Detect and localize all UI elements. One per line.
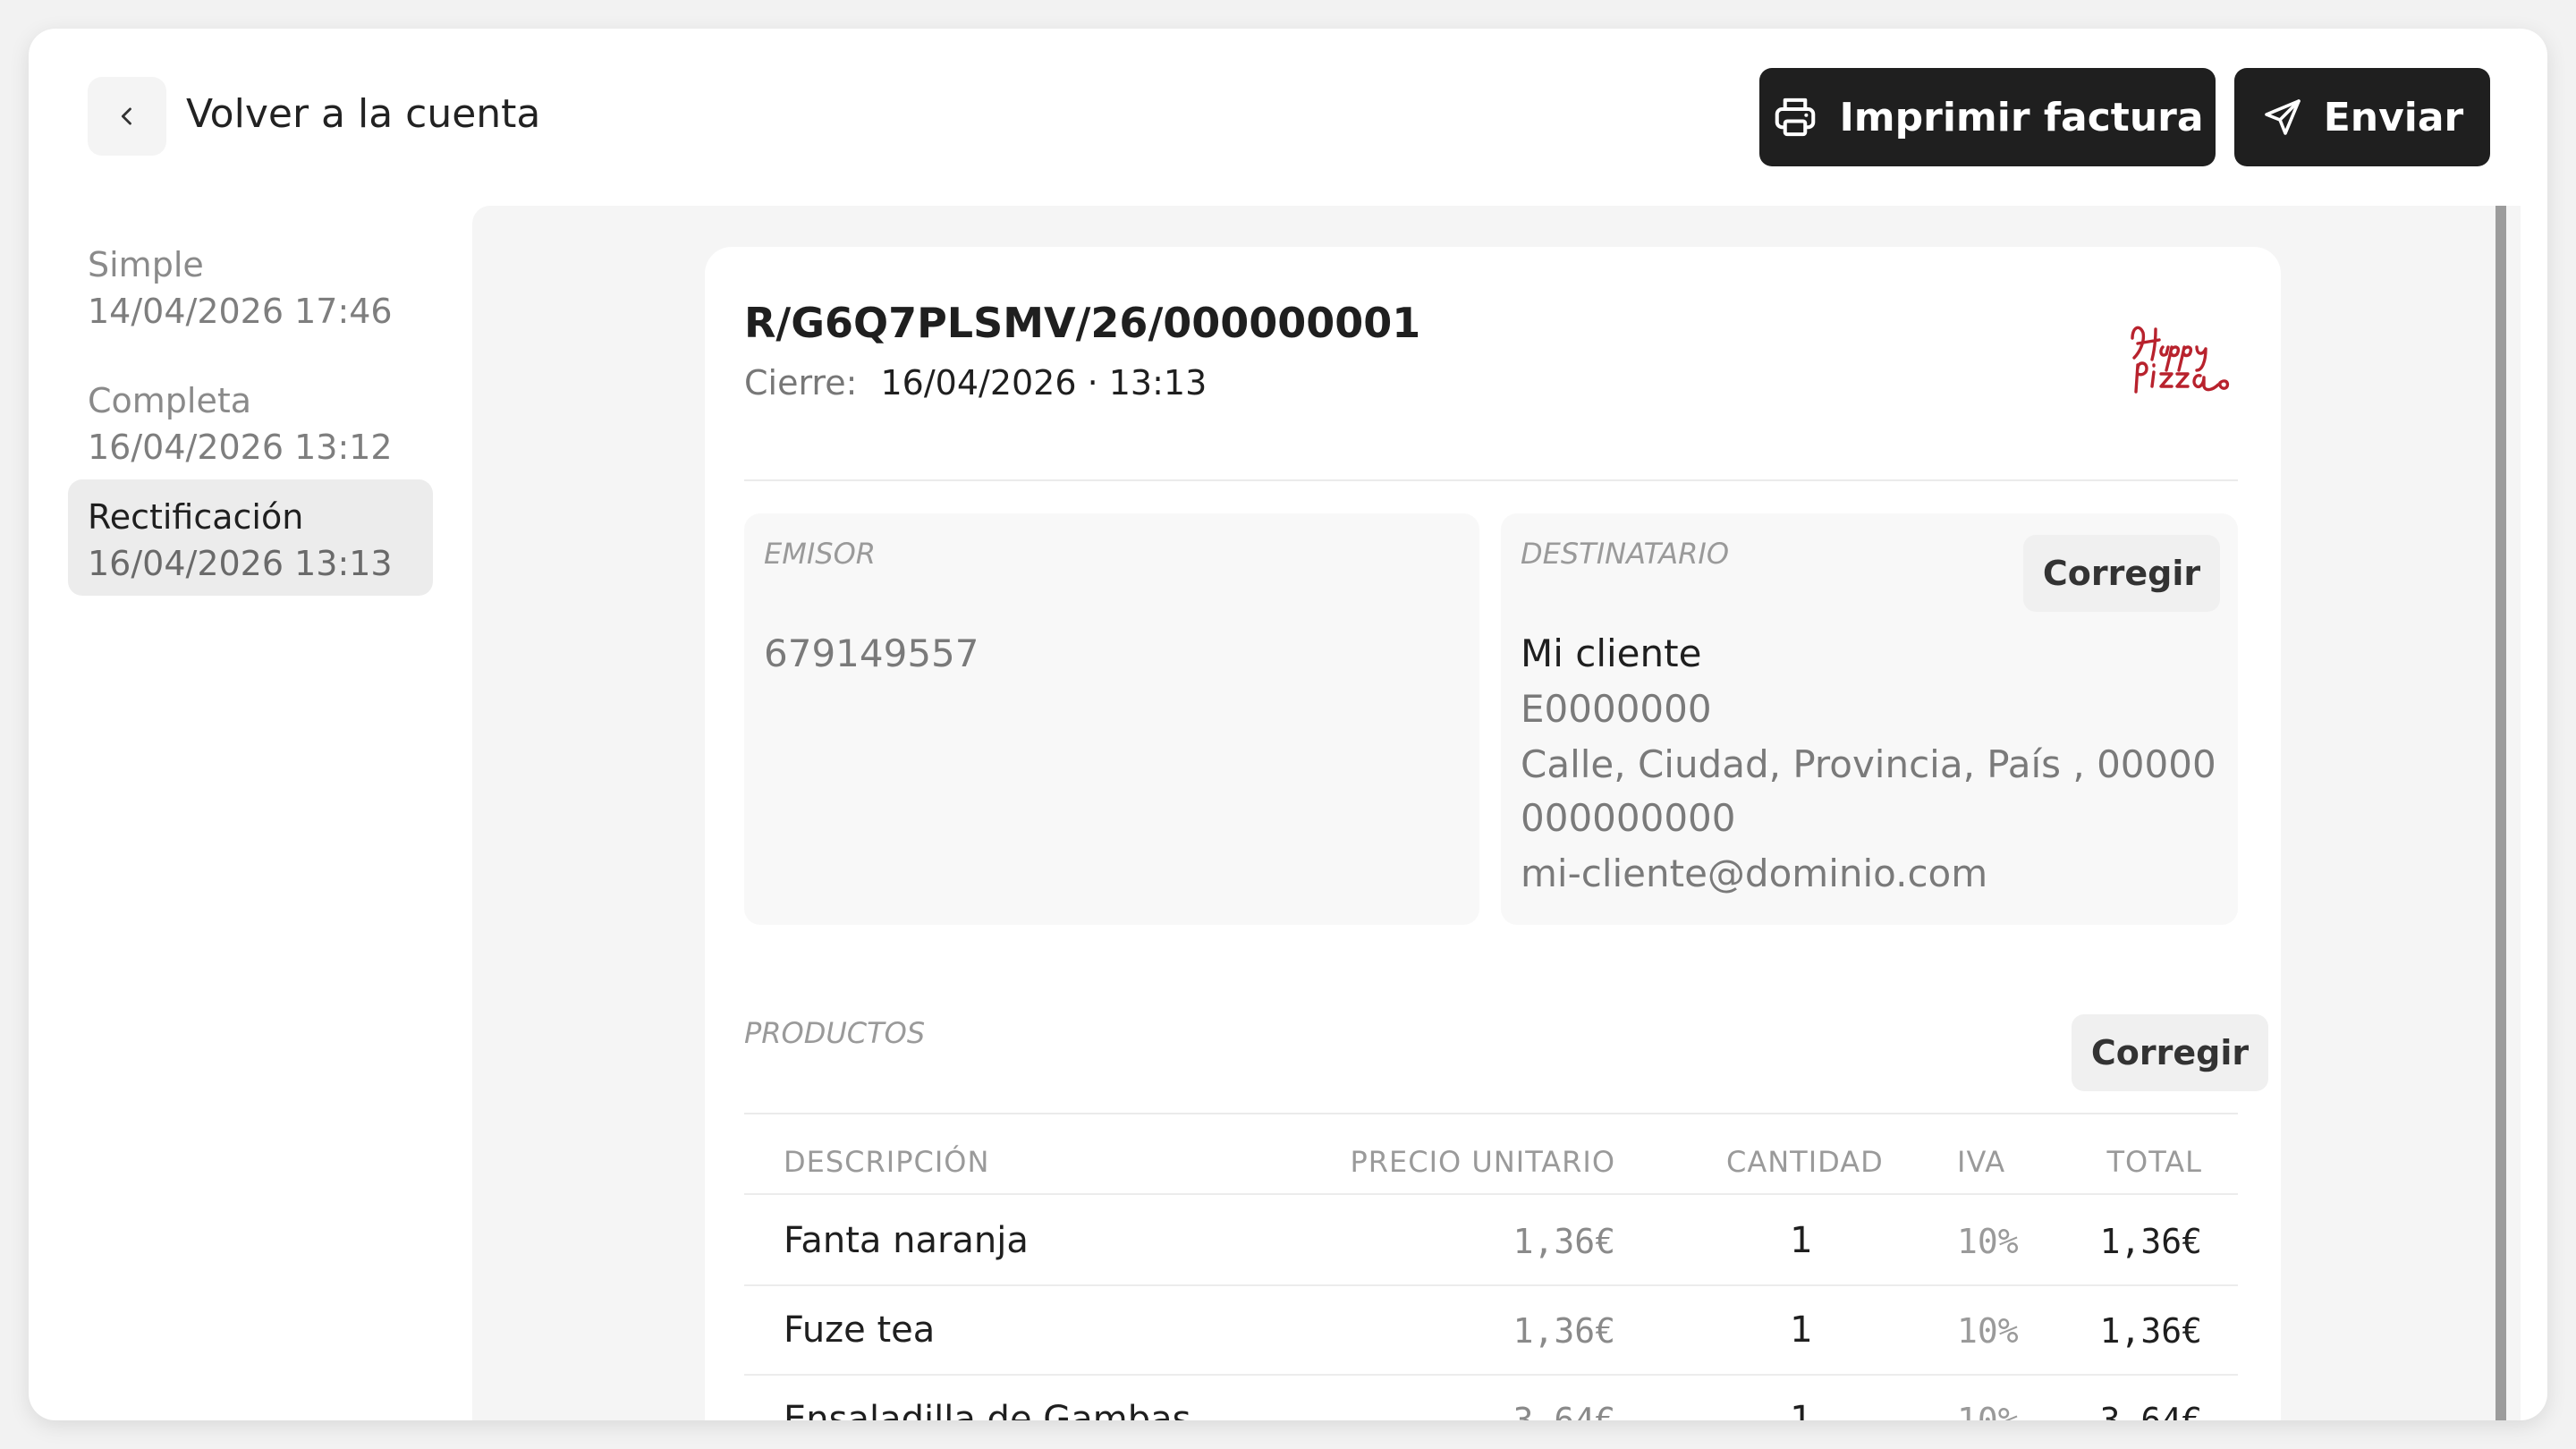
- row-quantity: 1: [1790, 1399, 1813, 1420]
- sidebar-item-simple[interactable]: Simple 14/04/2026 17:46: [68, 227, 433, 343]
- send-label: Enviar: [2323, 94, 2464, 140]
- header-divider: [744, 479, 2238, 481]
- back-button[interactable]: [88, 77, 166, 156]
- back-link-label[interactable]: Volver a la cuenta: [186, 91, 540, 137]
- issuer-phone: 679149557: [764, 631, 979, 675]
- sidebar-item-type: Rectificación: [88, 497, 304, 537]
- row-description: Fuze tea: [784, 1309, 936, 1351]
- sidebar-item-rectificacion[interactable]: Rectificación 16/04/2026 13:13: [68, 479, 433, 596]
- row-quantity: 1: [1790, 1309, 1813, 1351]
- recipient-panel: DESTINATARIO Corregir Mi cliente E000000…: [1501, 513, 2238, 925]
- recipient-address: Calle, Ciudad, Provincia, País , 00000: [1521, 742, 2216, 786]
- products-title: PRODUCTOS: [744, 1016, 926, 1050]
- recipient-title: DESTINATARIO: [1521, 537, 1730, 571]
- row-unit-price: 1,36€: [1513, 1311, 1615, 1351]
- recipient-email: mi-cliente@dominio.com: [1521, 852, 1988, 895]
- column-header-description: DESCRIPCIÓN: [784, 1145, 990, 1179]
- table-row-divider: [744, 1374, 2238, 1376]
- row-description: Fanta naranja: [784, 1220, 1029, 1261]
- row-total: 3,64€: [2099, 1401, 2202, 1420]
- sidebar-item-completa[interactable]: Completa 16/04/2026 13:12: [68, 363, 433, 479]
- correct-products-button[interactable]: Corregir: [2072, 1014, 2268, 1091]
- correct-recipient-button[interactable]: Corregir: [2023, 535, 2220, 612]
- issuer-title: EMISOR: [764, 537, 876, 571]
- issuer-panel: EMISOR 679149557: [744, 513, 1479, 925]
- close-label: Cierre:: [744, 363, 858, 402]
- table-row-divider: [744, 1284, 2238, 1286]
- column-header-quantity: CANTIDAD: [1726, 1145, 1884, 1179]
- sidebar-item-type: Completa: [88, 381, 252, 420]
- row-quantity: 1: [1790, 1220, 1813, 1261]
- recipient-tax-id: E0000000: [1521, 687, 1712, 731]
- sidebar-item-date: 16/04/2026 13:13: [88, 544, 393, 583]
- row-description: Ensaladilla de Gambas: [784, 1399, 1191, 1420]
- app-window: Volver a la cuenta Imprimir factura Envi…: [29, 29, 2547, 1420]
- recipient-phone: 000000000: [1521, 796, 1736, 840]
- products-divider: [744, 1113, 2238, 1114]
- send-icon: [2264, 99, 2301, 135]
- close-value: 16/04/2026 · 13:13: [880, 363, 1208, 402]
- printer-icon: [1775, 97, 1816, 137]
- send-button[interactable]: Enviar: [2234, 68, 2490, 166]
- sidebar-item-date: 14/04/2026 17:46: [88, 292, 393, 331]
- column-header-total: TOTAL: [2106, 1145, 2202, 1179]
- sidebar-item-date: 16/04/2026 13:12: [88, 428, 393, 467]
- recipient-name: Mi cliente: [1521, 631, 1702, 675]
- row-vat: 10%: [1957, 1222, 2019, 1261]
- sidebar-item-type: Simple: [88, 245, 204, 284]
- column-header-vat: IVA: [1957, 1145, 2006, 1179]
- column-header-unit-price: PRECIO UNITARIO: [1350, 1145, 1615, 1179]
- brand-logo: [2131, 326, 2230, 394]
- scrollbar[interactable]: [2496, 206, 2506, 1420]
- row-vat: 10%: [1957, 1401, 2019, 1420]
- print-invoice-button[interactable]: Imprimir factura: [1759, 68, 2216, 166]
- print-invoice-label: Imprimir factura: [1839, 94, 2204, 140]
- row-total: 1,36€: [2099, 1222, 2202, 1261]
- chevron-left-icon: [121, 107, 131, 125]
- invoice-number: R/G6Q7PLSMV/26/000000001: [744, 299, 1421, 347]
- row-vat: 10%: [1957, 1311, 2019, 1351]
- invoice-close-date: Cierre: 16/04/2026 · 13:13: [744, 363, 1207, 402]
- row-unit-price: 3,64€: [1513, 1401, 1615, 1420]
- row-unit-price: 1,36€: [1513, 1222, 1615, 1261]
- invoice-document: R/G6Q7PLSMV/26/000000001 Cierre: 16/04/2…: [705, 247, 2281, 1420]
- row-total: 1,36€: [2099, 1311, 2202, 1351]
- table-row-divider: [744, 1193, 2238, 1195]
